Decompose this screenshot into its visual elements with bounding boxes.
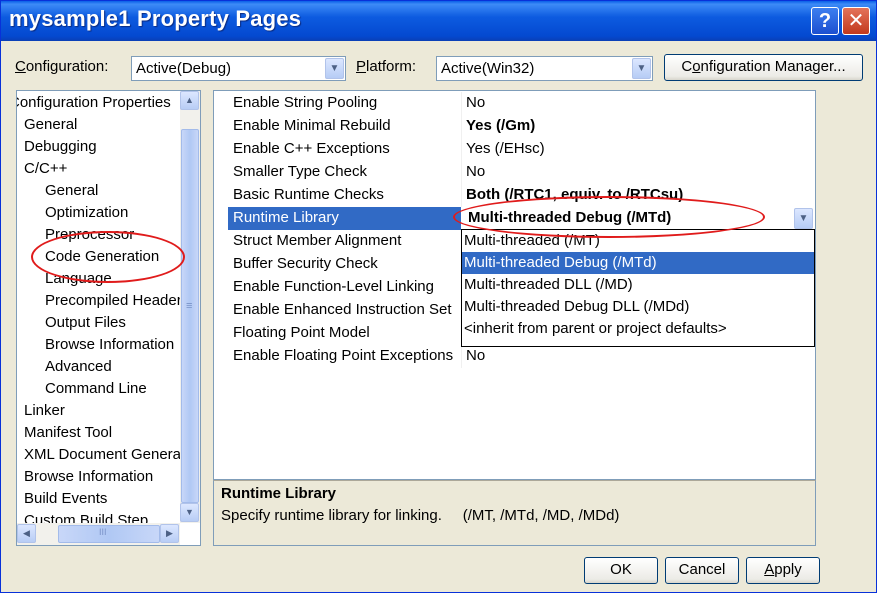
configuration-label-accel: C — [15, 58, 26, 75]
tree-item-cpp-general[interactable]: General — [45, 180, 98, 202]
description-title: Runtime Library — [221, 485, 337, 502]
property-name: Buffer Security Check — [233, 255, 378, 272]
tree-item-browse-information-top[interactable]: Browse Information — [24, 466, 153, 488]
configuration-label: Configuration: — [15, 58, 108, 75]
property-row-string-pooling[interactable]: Enable String Pooling No — [228, 92, 815, 115]
property-name: Enable Minimal Rebuild — [233, 117, 391, 134]
title-bar[interactable]: mysample1 Property Pages ? ✕ — [1, 1, 876, 41]
tree-item-optimization[interactable]: Optimization — [45, 202, 128, 224]
cancel-button[interactable]: Cancel — [665, 557, 739, 584]
tree-item-debugging[interactable]: Debugging — [24, 136, 97, 158]
tree-item-browse-information[interactable]: Browse Information — [45, 334, 174, 356]
config-manager-accel: o — [692, 58, 701, 75]
platform-value: Active(Win32) — [441, 60, 535, 77]
property-name: Enable Enhanced Instruction Set — [233, 301, 452, 318]
scroll-down-icon[interactable]: ▼ — [180, 503, 199, 522]
property-name: Struct Member Alignment — [233, 232, 402, 249]
vscroll-grip-icon: ≡ — [186, 300, 193, 312]
column-divider — [461, 115, 462, 138]
platform-label: Platform: — [356, 58, 416, 75]
property-value: No — [466, 347, 486, 364]
tree-item-output-files[interactable]: Output Files — [45, 312, 126, 334]
property-name: Runtime Library — [233, 209, 339, 226]
annotation-ellipse-runtime-library — [453, 196, 765, 238]
scroll-left-icon[interactable]: ◀ — [17, 524, 36, 543]
apply-accel: A — [764, 561, 775, 578]
hscroll-grip-icon: III — [99, 527, 107, 537]
dropdown-option-md[interactable]: Multi-threaded DLL (/MD) — [462, 274, 814, 296]
property-value: No — [466, 94, 486, 111]
grid-gutter — [214, 91, 228, 479]
property-value: Yes (/EHsc) — [466, 140, 545, 157]
configuration-combo[interactable]: Active(Debug) ▼ — [131, 56, 346, 81]
property-row-smaller-type-check[interactable]: Smaller Type Check No — [228, 161, 815, 184]
tree-horizontal-scrollbar[interactable]: ◀ III ▶ — [17, 523, 180, 545]
chevron-down-icon[interactable]: ▼ — [325, 58, 344, 79]
column-divider — [461, 345, 462, 368]
chevron-down-icon[interactable]: ▼ — [794, 208, 813, 229]
configuration-value: Active(Debug) — [136, 60, 232, 77]
property-value: No — [466, 163, 486, 180]
help-button[interactable]: ? — [811, 7, 839, 35]
window-title: mysample1 Property Pages — [9, 6, 302, 31]
property-name: Enable Floating Point Exceptions — [233, 347, 454, 364]
tree-item-manifest-tool[interactable]: Manifest Tool — [24, 422, 112, 444]
scroll-right-icon[interactable]: ▶ — [160, 524, 179, 543]
config-manager-text-a: C — [681, 58, 693, 75]
chevron-down-icon[interactable]: ▼ — [632, 58, 651, 79]
close-button[interactable]: ✕ — [842, 7, 870, 35]
tree-vertical-scrollbar[interactable]: ▲ ≡ ▼ — [180, 91, 200, 523]
tree-item-linker[interactable]: Linker — [24, 400, 65, 422]
help-icon: ? — [818, 10, 832, 32]
description-panel: Runtime Library Specify runtime library … — [213, 480, 816, 546]
config-manager-text-b: nfiguration Manager... — [700, 58, 846, 75]
tree-item-general[interactable]: General — [24, 114, 77, 136]
column-divider — [461, 138, 462, 161]
dropdown-option-inherit[interactable]: <inherit from parent or project defaults… — [462, 318, 814, 340]
platform-combo[interactable]: Active(Win32) ▼ — [436, 56, 653, 81]
property-row-cpp-exceptions[interactable]: Enable C++ Exceptions Yes (/EHsc) — [228, 138, 815, 161]
platform-label-text: latform: — [366, 58, 417, 75]
property-name: Enable C++ Exceptions — [233, 140, 390, 157]
property-name: Smaller Type Check — [233, 163, 367, 180]
property-pages-window: mysample1 Property Pages ? ✕ Configurati… — [0, 0, 877, 593]
property-row-floating-point-exceptions[interactable]: Enable Floating Point Exceptions No — [228, 345, 815, 368]
property-name: Enable String Pooling — [233, 94, 378, 111]
apply-button[interactable]: Apply — [746, 557, 820, 584]
tree-item-command-line[interactable]: Command Line — [45, 378, 147, 400]
tree-hscroll-thumb[interactable]: III — [58, 525, 160, 543]
property-value: Yes (/Gm) — [466, 117, 536, 134]
tree-vscroll-thumb[interactable]: ≡ — [181, 129, 199, 503]
description-text: Specify runtime library for linking. (/M… — [221, 507, 620, 524]
tree-item-configuration-properties[interactable]: Configuration Properties — [17, 92, 171, 114]
runtime-library-dropdown[interactable]: Multi-threaded (/MT) Multi-threaded Debu… — [461, 229, 815, 347]
annotation-ellipse-code-generation — [31, 231, 185, 283]
column-divider — [461, 161, 462, 184]
close-icon: ✕ — [847, 10, 865, 32]
platform-label-accel: P — [356, 58, 367, 75]
property-row-minimal-rebuild[interactable]: Enable Minimal Rebuild Yes (/Gm) — [228, 115, 815, 138]
tree-item-xml-document-generator[interactable]: XML Document Generator — [24, 444, 199, 466]
dropdown-option-mtd[interactable]: Multi-threaded Debug (/MTd) — [462, 252, 814, 274]
tree-item-precompiled-headers[interactable]: Precompiled Headers — [45, 290, 189, 312]
ok-button[interactable]: OK — [584, 557, 658, 584]
dropdown-option-mdd[interactable]: Multi-threaded Debug DLL (/MDd) — [462, 296, 814, 318]
property-tree[interactable]: Configuration Properties General Debuggi… — [16, 90, 201, 546]
property-name: Basic Runtime Checks — [233, 186, 384, 203]
tree-item-build-events[interactable]: Build Events — [24, 488, 107, 510]
column-divider — [461, 184, 462, 207]
property-name: Enable Function-Level Linking — [233, 278, 434, 295]
tree-item-advanced[interactable]: Advanced — [45, 356, 112, 378]
scroll-up-icon[interactable]: ▲ — [180, 91, 199, 110]
apply-text: pply — [774, 561, 802, 578]
configuration-label-text: onfiguration: — [25, 58, 109, 75]
property-name: Floating Point Model — [233, 324, 370, 341]
tree-item-c-cpp[interactable]: C/C++ — [24, 158, 67, 180]
column-divider — [461, 92, 462, 115]
configuration-manager-button[interactable]: Configuration Manager... — [664, 54, 863, 81]
